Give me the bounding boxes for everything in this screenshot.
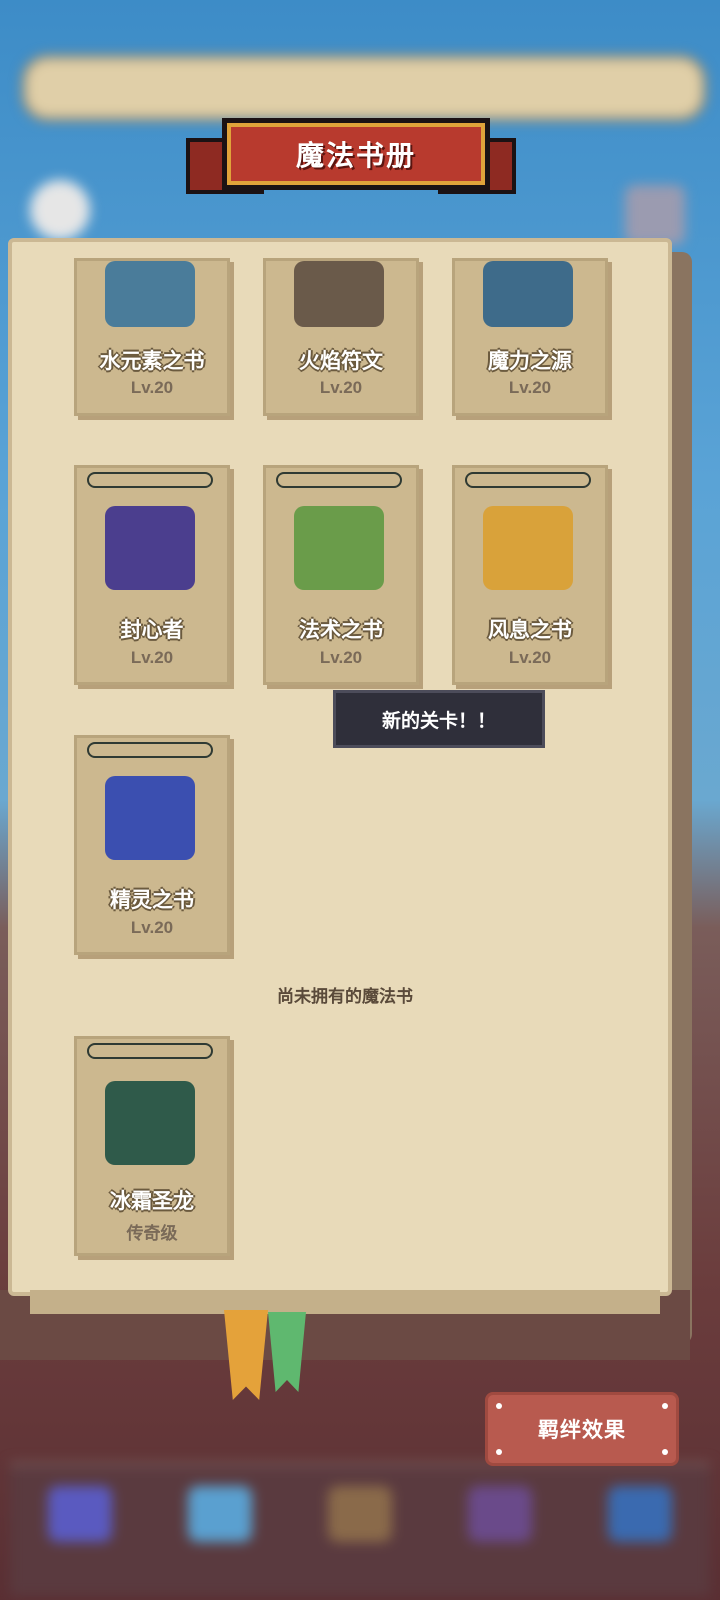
book-name: 精灵之书: [110, 889, 194, 912]
book-icon: [294, 261, 384, 327]
book-level: Lv.20: [130, 648, 174, 667]
book-card[interactable]: 精灵之书 Lv.20: [74, 735, 230, 955]
book-card[interactable]: 魔力之源 Lv.20: [452, 258, 608, 416]
book-level: Lv.20: [130, 378, 174, 397]
nav-item: [460, 1486, 540, 1576]
book-level: Lv.20: [319, 648, 363, 667]
book-icon: [105, 261, 195, 327]
tooltip-text: 新的关卡！！: [381, 710, 496, 732]
card-clip: [87, 472, 213, 488]
corner-dot: [496, 1449, 502, 1455]
book-name: 火焰符文: [299, 350, 383, 373]
book-icon: [483, 506, 573, 590]
book-card-locked[interactable]: 冰霜圣龙 传奇级: [74, 1036, 230, 1256]
book-card[interactable]: 封心者 Lv.20: [74, 465, 230, 685]
bond-effect-button[interactable]: 羁绊效果: [485, 1392, 679, 1466]
page-bottom: [30, 1290, 660, 1314]
book-level: Lv.20: [508, 648, 552, 667]
book-card[interactable]: 风息之书 Lv.20: [452, 465, 608, 685]
ribbon-main: 魔法书册: [222, 118, 490, 190]
book-icon: [105, 506, 195, 590]
book-level: Lv.20: [130, 918, 174, 937]
bond-effect-label: 羁绊效果: [538, 1419, 626, 1442]
card-clip: [87, 742, 213, 758]
book-card[interactable]: 火焰符文 Lv.20: [263, 258, 419, 416]
book-icon: [294, 506, 384, 590]
book-name: 封心者: [120, 619, 184, 642]
bottom-nav: [10, 1462, 710, 1596]
book-name: 魔力之源: [488, 350, 572, 373]
book-card[interactable]: 水元素之书 Lv.20: [74, 258, 230, 416]
card-clip: [465, 472, 591, 488]
corner-dot: [662, 1403, 668, 1409]
card-clip: [276, 472, 402, 488]
nav-item: [40, 1486, 120, 1576]
book-name: 风息之书: [488, 619, 572, 642]
book-icon: [483, 261, 573, 327]
new-stage-tooltip: 新的关卡！！: [333, 690, 545, 748]
event-icon: [30, 180, 90, 240]
title-banner: 魔法书册: [186, 112, 516, 198]
shop-icon: [625, 185, 685, 245]
book-icon: [105, 1081, 195, 1165]
corner-dot: [662, 1449, 668, 1455]
unowned-section-label: 尚未拥有的魔法书: [277, 987, 413, 1006]
book-name: 冰霜圣龙: [110, 1190, 194, 1213]
corner-dot: [496, 1403, 502, 1409]
book-icon: [105, 776, 195, 860]
book-name: 法术之书: [299, 619, 383, 642]
nav-item: [180, 1486, 260, 1576]
book-name: 水元素之书: [99, 350, 205, 373]
nav-item: [600, 1486, 680, 1576]
book-rarity: 传奇级: [126, 1224, 178, 1243]
nav-item: [320, 1486, 400, 1576]
book-card[interactable]: 法术之书 Lv.20: [263, 465, 419, 685]
card-clip: [87, 1043, 213, 1059]
book-level: Lv.20: [319, 378, 363, 397]
book-level: Lv.20: [508, 378, 552, 397]
page-title: 魔法书册: [295, 140, 416, 171]
